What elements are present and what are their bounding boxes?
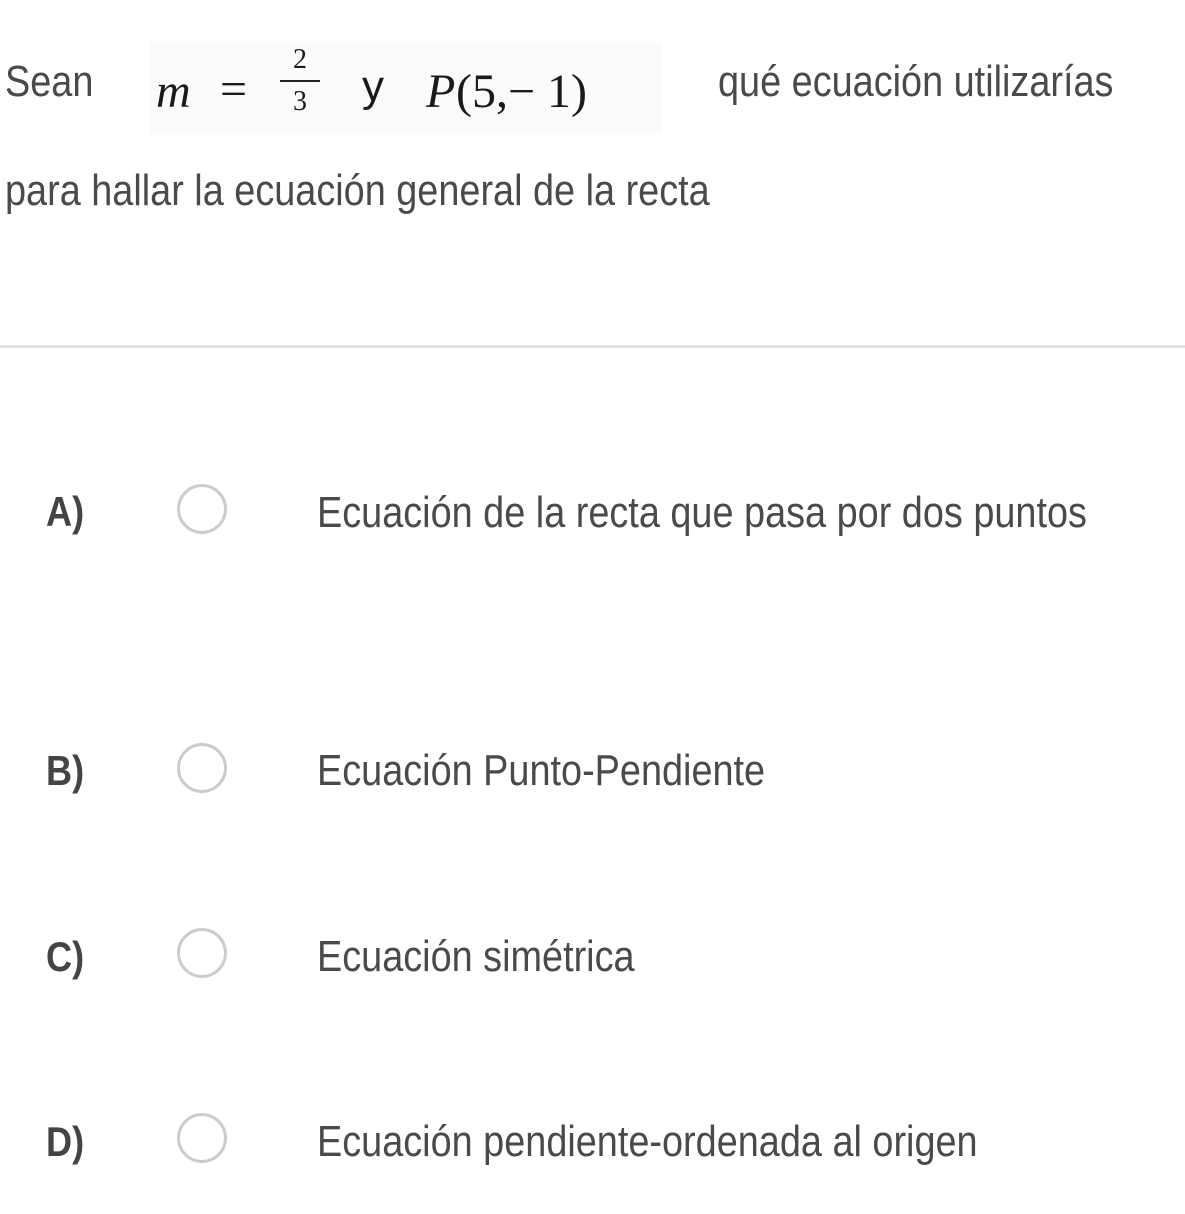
question-suffix: qué ecuación utilizarías [718, 57, 1114, 106]
option-text: Ecuación de la recta que pasa por dos pu… [317, 488, 1087, 537]
option-letter: B) [46, 747, 85, 794]
fraction-denominator: 3 [293, 86, 307, 117]
option-text: Ecuación simétrica [317, 932, 635, 981]
radio-button[interactable] [177, 743, 227, 793]
math-equals: = [220, 63, 248, 116]
option-text: Ecuación Punto-Pendiente [317, 746, 766, 795]
option-letter: C) [46, 933, 85, 980]
math-variable: m [156, 65, 191, 118]
math-expression-image: m = 2 3 y P (5,− 1) [150, 42, 662, 134]
point-coordinates: (5,− 1) [456, 65, 588, 118]
question-line-2: para hallar la ecuación general de la re… [5, 166, 710, 215]
radio-button[interactable] [177, 928, 227, 978]
question-prefix: Sean [5, 57, 94, 106]
radio-button[interactable] [177, 1113, 227, 1163]
fraction-numerator: 2 [293, 44, 307, 75]
option-letter: A) [46, 488, 85, 535]
option-text: Ecuación pendiente-ordenada al origen [317, 1117, 978, 1166]
fraction-bar [280, 80, 320, 82]
radio-button[interactable] [177, 484, 227, 534]
math-connector: y [362, 62, 384, 111]
point-name: P [426, 65, 456, 118]
math-fraction: 2 3 [280, 44, 320, 118]
divider [0, 345, 1185, 348]
option-letter: D) [46, 1118, 85, 1165]
